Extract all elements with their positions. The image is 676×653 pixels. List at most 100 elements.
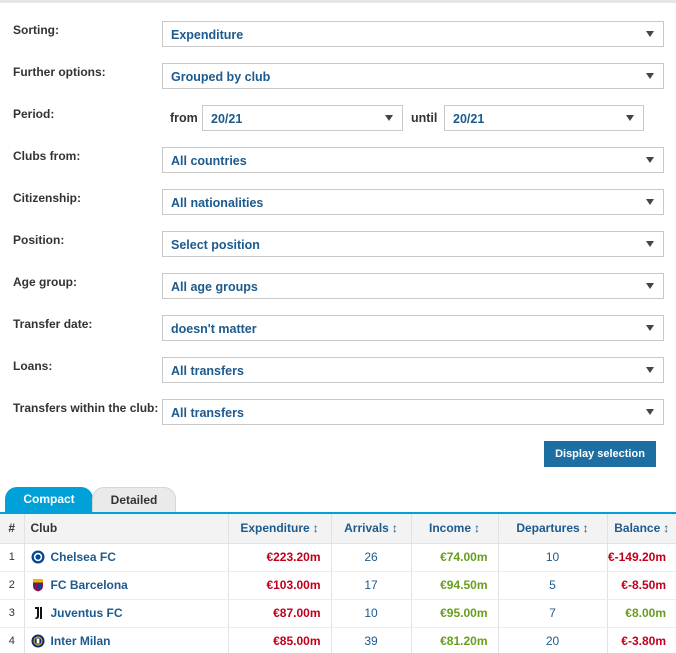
col-header-expenditure[interactable]: Expenditure ↕ [227,514,331,544]
expenditure-cell: €85.00m [227,627,331,653]
departures-cell[interactable]: 7 [497,599,607,628]
dropdown-arrow-icon [646,409,654,415]
select-value: 20/21 [453,112,485,126]
filter-label: Citizenship: [13,191,81,205]
club-name-link[interactable]: Juventus FC [51,606,123,620]
period-until-select[interactable]: 20/21 [444,105,644,131]
expenditure-cell: €103.00m [227,571,331,600]
header-label: Expenditure [240,521,310,536]
filter-label: Age group: [13,275,77,289]
table-row: 2 FC Barcelona €103.00m 17 €94.50m 5 €-8… [0,571,676,600]
filter-transfer-date: Transfer date: doesn't matter [0,315,676,341]
filter-label: Period: [13,107,55,121]
table-row: 1 Chelsea FC €223.20m 26 €74.00m 10 €-14… [0,543,676,572]
col-header-club: Club [23,514,228,544]
tab-compact[interactable]: Compact [5,487,93,513]
club-cell[interactable]: Chelsea FC [23,543,228,572]
sort-icon: ↕ [663,521,670,536]
dropdown-arrow-icon [646,157,654,163]
loans-select[interactable]: All transfers [162,357,664,383]
within-club-select[interactable]: All transfers [162,399,664,425]
filter-sorting: Sorting: Expenditure [0,21,676,47]
sort-icon: ↕ [312,521,319,536]
clubs-from-select[interactable]: All countries [162,147,664,173]
transfer-date-select[interactable]: doesn't matter [162,315,664,341]
balance-cell: €-3.80m [606,627,676,653]
col-header-arrivals[interactable]: Arrivals ↕ [330,514,411,544]
arrivals-cell[interactable]: 10 [330,599,411,628]
income-cell: €81.20m [410,627,498,653]
further-options-select[interactable]: Grouped by club [162,63,664,89]
filter-position: Position: Select position [0,231,676,257]
balance-cell: €-149.20m [606,543,676,572]
arrivals-cell[interactable]: 26 [330,543,411,572]
filter-label: Sorting: [13,23,59,37]
header-label: Balance [614,521,661,536]
header-label: Departures [516,521,580,536]
select-value: All nationalities [171,196,264,210]
balance-cell: €-8.50m [606,571,676,600]
select-value: All countries [171,154,247,168]
select-value: Expenditure [171,28,244,42]
barcelona-crest-icon [32,579,43,592]
select-value: 20/21 [211,112,243,126]
row-position: 4 [0,627,24,653]
table-row: 3 Juventus FC €87.00m 10 €95.00m 7 €8.00… [0,599,676,628]
citizenship-select[interactable]: All nationalities [162,189,664,215]
club-cell[interactable]: Juventus FC [23,599,228,628]
dropdown-arrow-icon [626,115,634,121]
header-label: Arrivals [344,521,389,536]
dropdown-arrow-icon [646,325,654,331]
club-cell[interactable]: Inter Milan [23,627,228,653]
income-cell: €94.50m [410,571,498,600]
select-value: Grouped by club [171,70,271,84]
header-label: Income [428,521,471,536]
col-header-income[interactable]: Income ↕ [410,514,498,544]
row-position: 3 [0,599,24,628]
club-name-link[interactable]: Inter Milan [51,634,111,648]
sort-icon: ↕ [391,521,398,536]
departures-cell[interactable]: 10 [497,543,607,572]
filter-period: Period: from 20/21 until 20/21 [0,105,676,131]
filter-age-group: Age group: All age groups [0,273,676,299]
filter-label: Loans: [13,359,53,373]
select-value: All transfers [171,406,244,420]
filter-label: Position: [13,233,65,247]
period-from-select[interactable]: 20/21 [202,105,403,131]
departures-cell[interactable]: 20 [497,627,607,653]
period-from-label: from [170,111,198,125]
arrivals-cell[interactable]: 17 [330,571,411,600]
filter-citizenship: Citizenship: All nationalities [0,189,676,215]
income-cell: €95.00m [410,599,498,628]
dropdown-arrow-icon [385,115,393,121]
filter-label: Transfer date: [13,317,93,331]
filter-label: Transfers within the club: [13,401,159,415]
display-selection-button[interactable]: Display selection [544,441,656,467]
departures-cell[interactable]: 5 [497,571,607,600]
col-header-departures[interactable]: Departures ↕ [497,514,607,544]
filter-label: Clubs from: [13,149,81,163]
transfers-table: # Club Expenditure ↕ Arrivals ↕ Income ↕ De… [0,514,676,653]
col-header-balance[interactable]: Balance ↕ [606,514,676,544]
dropdown-arrow-icon [646,199,654,205]
row-position: 1 [0,543,24,572]
top-divider [0,0,676,3]
row-position: 2 [0,571,24,600]
arrivals-cell[interactable]: 39 [330,627,411,653]
club-name-link[interactable]: Chelsea FC [51,550,116,564]
filter-loans: Loans: All transfers [0,357,676,383]
select-value: All age groups [171,280,258,294]
club-cell[interactable]: FC Barcelona [23,571,228,600]
sort-icon: ↕ [474,521,480,536]
sorting-select[interactable]: Expenditure [162,21,664,47]
tab-detailed[interactable]: Detailed [92,487,176,513]
table-row: 4 Inter Milan €85.00m 39 €81.20m 20 €-3.… [0,627,676,653]
club-name-link[interactable]: FC Barcelona [51,578,128,592]
sort-icon: ↕ [582,521,589,536]
select-value: Select position [171,238,260,252]
col-header-number: # [0,514,24,544]
position-select[interactable]: Select position [162,231,664,257]
income-cell: €74.00m [410,543,498,572]
filter-label: Further options: [13,65,106,79]
age-group-select[interactable]: All age groups [162,273,664,299]
